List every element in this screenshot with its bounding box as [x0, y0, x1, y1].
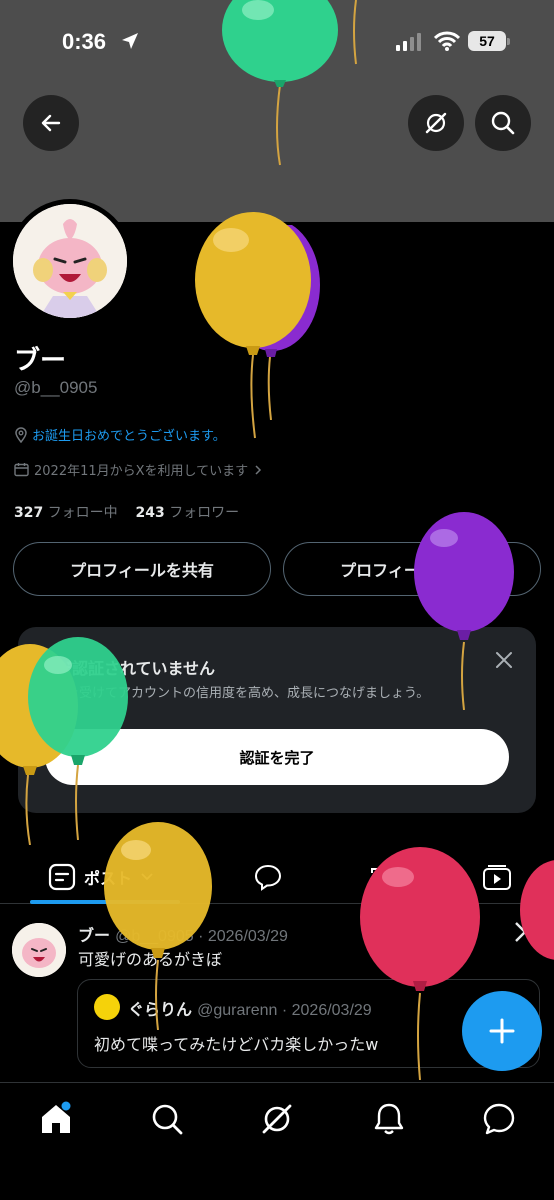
bell-icon[interactable]: [371, 1101, 407, 1137]
followers-link[interactable]: 243 フォロワー: [136, 505, 240, 521]
search-icon: [491, 111, 515, 135]
tab-media[interactable]: [482, 850, 512, 904]
following-count: 327: [14, 505, 44, 521]
balloon-green-top: [222, 0, 338, 166]
following-link[interactable]: 327 フォロー中: [14, 505, 118, 521]
balloon-green-left: [28, 637, 128, 840]
tab-replies[interactable]: [253, 850, 283, 904]
search-icon[interactable]: [149, 1101, 185, 1137]
back-button[interactable]: [23, 95, 79, 151]
share-profile-button[interactable]: プロフィールを共有: [13, 542, 271, 596]
follow-stats: 327 フォロー中 243 フォロワー: [14, 502, 239, 522]
post-author-avatar[interactable]: [12, 923, 66, 977]
display-name: ブー: [14, 346, 67, 376]
profile-avatar[interactable]: [8, 199, 132, 323]
balloon-string: [353, 0, 357, 65]
avatar-image: [12, 923, 66, 977]
chevron-right-icon: [255, 464, 262, 475]
balloon-purple-right: [414, 512, 514, 710]
followers-label: フォロワー: [169, 505, 240, 521]
grok-icon: [425, 112, 447, 134]
grok-icon[interactable]: [259, 1101, 295, 1137]
balloon-red-edge: [520, 860, 554, 960]
following-label: フォロー中: [47, 505, 118, 521]
plus-icon: [489, 1018, 515, 1044]
home-icon[interactable]: [38, 1101, 74, 1137]
balloon-red-bottom: [360, 847, 480, 1080]
reply-icon: [254, 864, 282, 891]
balloon-yellow-bottom: [104, 822, 212, 1030]
location-arrow-icon: [122, 33, 138, 49]
followers-count: 243: [135, 505, 165, 521]
joined-date-row[interactable]: 2022年11月からXを利用しています: [14, 460, 263, 479]
back-arrow-icon: [41, 114, 61, 132]
quote-meta: @gurarenn · 2026/03/29: [197, 1002, 372, 1019]
avatar-image: [13, 204, 127, 318]
battery-indicator: 57: [468, 31, 510, 51]
location-icon: [15, 426, 27, 443]
bottom-navigation: [0, 1082, 554, 1200]
user-handle: @b__0905: [14, 378, 98, 397]
messages-icon[interactable]: [481, 1101, 517, 1137]
posts-icon: [48, 863, 76, 891]
calendar-icon: [14, 463, 29, 477]
grok-button[interactable]: [408, 95, 464, 151]
wifi-icon: [434, 31, 460, 51]
video-icon: [483, 865, 511, 890]
signal-icon: [396, 33, 421, 51]
search-button[interactable]: [475, 95, 531, 151]
joined-text: 2022年11月からXを利用しています: [34, 464, 249, 479]
status-time: 0:36: [62, 29, 107, 54]
quote-text: 初めて喋ってみたけどバカ楽しかったw: [94, 1035, 379, 1054]
balloon-yellow-mid: [195, 212, 311, 439]
